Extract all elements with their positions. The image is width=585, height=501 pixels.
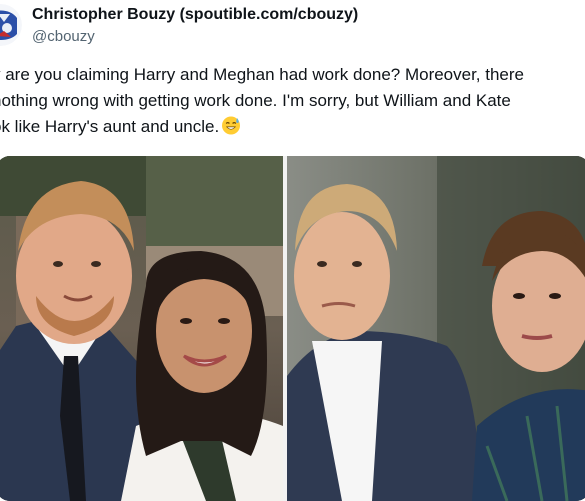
avatar-logo-icon <box>0 4 22 46</box>
tweet-media[interactable] <box>0 156 585 501</box>
tweet-text-line-1: y are you claiming Harry and Meghan had … <box>0 65 525 84</box>
tweet-text-line-3: ok like Harry's aunt and uncle. <box>0 114 585 140</box>
tweet-text-line-2: nothing wrong with getting work done. I'… <box>0 91 511 110</box>
photo-william-kate[interactable] <box>287 156 585 501</box>
sweat-smile-emoji-icon <box>222 116 241 135</box>
tweet-text: y are you claiming Harry and Meghan had … <box>0 62 585 140</box>
william-kate-illustration <box>287 156 585 501</box>
avatar[interactable] <box>0 4 22 46</box>
harry-meghan-illustration <box>0 156 283 501</box>
tweet-header: Christopher Bouzy (spoutible.com/cbouzy)… <box>0 0 585 52</box>
photo-harry-meghan[interactable] <box>0 156 283 501</box>
author-display-name[interactable]: Christopher Bouzy (spoutible.com/cbouzy) <box>32 6 358 24</box>
author-handle[interactable]: @cbouzy <box>32 28 95 45</box>
